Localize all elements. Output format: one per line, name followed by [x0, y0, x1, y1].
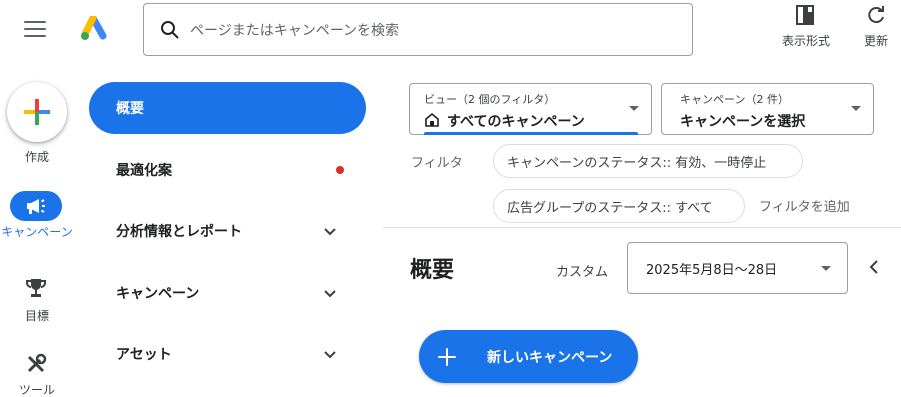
- dropdown-arrow-icon: [821, 266, 831, 271]
- filter-chip-campaign-status[interactable]: キャンペーンのステータス:: 有効、一時停止: [493, 144, 803, 178]
- trophy-icon[interactable]: [24, 276, 48, 300]
- divider: [383, 227, 901, 228]
- create-button[interactable]: [7, 82, 67, 142]
- view-dropdown-value: すべてのキャンペーン: [447, 114, 585, 130]
- filter-chip-adgroup-status[interactable]: 広告グループのステータス:: すべて: [493, 189, 745, 223]
- nav-item-label: 最適化案: [116, 163, 172, 179]
- filter-chip-label: キャンペーンのステータス:: 有効、一時停止: [507, 155, 767, 171]
- nav-item-label: アセット: [116, 347, 172, 363]
- filter-chip-label: 広告グループのステータス:: すべて: [507, 200, 713, 216]
- nav-item-overview[interactable]: 概要: [89, 82, 366, 134]
- dropdown-arrow-icon: [629, 106, 639, 111]
- new-campaign-button[interactable]: 新しいキャンペーン: [419, 330, 638, 383]
- tools-icon[interactable]: [24, 352, 48, 376]
- rail-goals-label: 目標: [24, 309, 49, 323]
- view-dropdown-caption: ビュー（2 個のフィルタ）: [424, 93, 556, 106]
- add-filter-button[interactable]: フィルタを追加: [759, 196, 850, 215]
- google-ads-logo[interactable]: [80, 14, 110, 42]
- chevron-down-icon: [324, 351, 336, 359]
- nav-item-label: 分析情報とレポート: [116, 224, 242, 240]
- page-title: 概要: [410, 258, 455, 283]
- nav-item-insights-reports[interactable]: 分析情報とレポート: [116, 219, 346, 243]
- refresh-icon: [868, 6, 884, 24]
- chevron-left-icon[interactable]: [864, 257, 884, 277]
- search-bar[interactable]: ページまたはキャンペーンを検索: [143, 3, 693, 56]
- view-dropdown[interactable]: ビュー（2 個のフィルタ） すべてのキャンペーン: [409, 83, 652, 135]
- date-mode-label: カスタム: [556, 265, 609, 280]
- home-icon: [425, 112, 439, 127]
- rail-tools-label: ツール: [18, 383, 55, 397]
- plus-icon: [435, 345, 459, 369]
- new-campaign-label: 新しいキャンペーン: [487, 349, 613, 366]
- date-range-dropdown[interactable]: 2025年5月8日〜28日: [627, 242, 848, 294]
- chevron-down-icon: [324, 290, 336, 298]
- hamburger-menu-icon[interactable]: [24, 19, 48, 39]
- view-format-icon: [796, 5, 814, 25]
- nav-item-recommendations[interactable]: 最適化案: [116, 158, 346, 182]
- create-label: 作成: [24, 150, 49, 164]
- search-input[interactable]: ページまたはキャンペーンを検索: [190, 20, 399, 40]
- date-range-value: 2025年5月8日〜28日: [646, 262, 778, 278]
- view-format-label: 表示形式: [781, 34, 830, 48]
- refresh-label: 更新: [863, 34, 888, 48]
- campaign-dropdown[interactable]: キャンペーン（2 件） キャンペーンを選択: [661, 83, 874, 135]
- rail-campaigns-label: キャンペーン: [1, 225, 73, 239]
- campaign-dropdown-caption: キャンペーン（2 件）: [680, 93, 789, 106]
- refresh-button[interactable]: 更新: [854, 4, 898, 49]
- nav-item-label: キャンペーン: [116, 286, 200, 302]
- search-icon: [161, 20, 179, 39]
- plus-icon: [24, 99, 50, 125]
- megaphone-icon: [27, 199, 45, 214]
- nav-item-label: 概要: [116, 101, 144, 117]
- campaign-dropdown-value: キャンペーンを選択: [680, 114, 806, 130]
- rail-campaigns-button[interactable]: [10, 191, 62, 221]
- chevron-down-icon: [324, 228, 336, 236]
- filter-label: フィルタ: [411, 156, 463, 171]
- dropdown-arrow-icon: [851, 106, 861, 111]
- nav-item-assets[interactable]: アセット: [116, 342, 346, 366]
- view-format-button[interactable]: 表示形式: [775, 4, 837, 49]
- active-underline: [424, 132, 638, 135]
- nav-item-campaigns[interactable]: キャンペーン: [116, 281, 346, 305]
- notification-dot: [336, 166, 344, 174]
